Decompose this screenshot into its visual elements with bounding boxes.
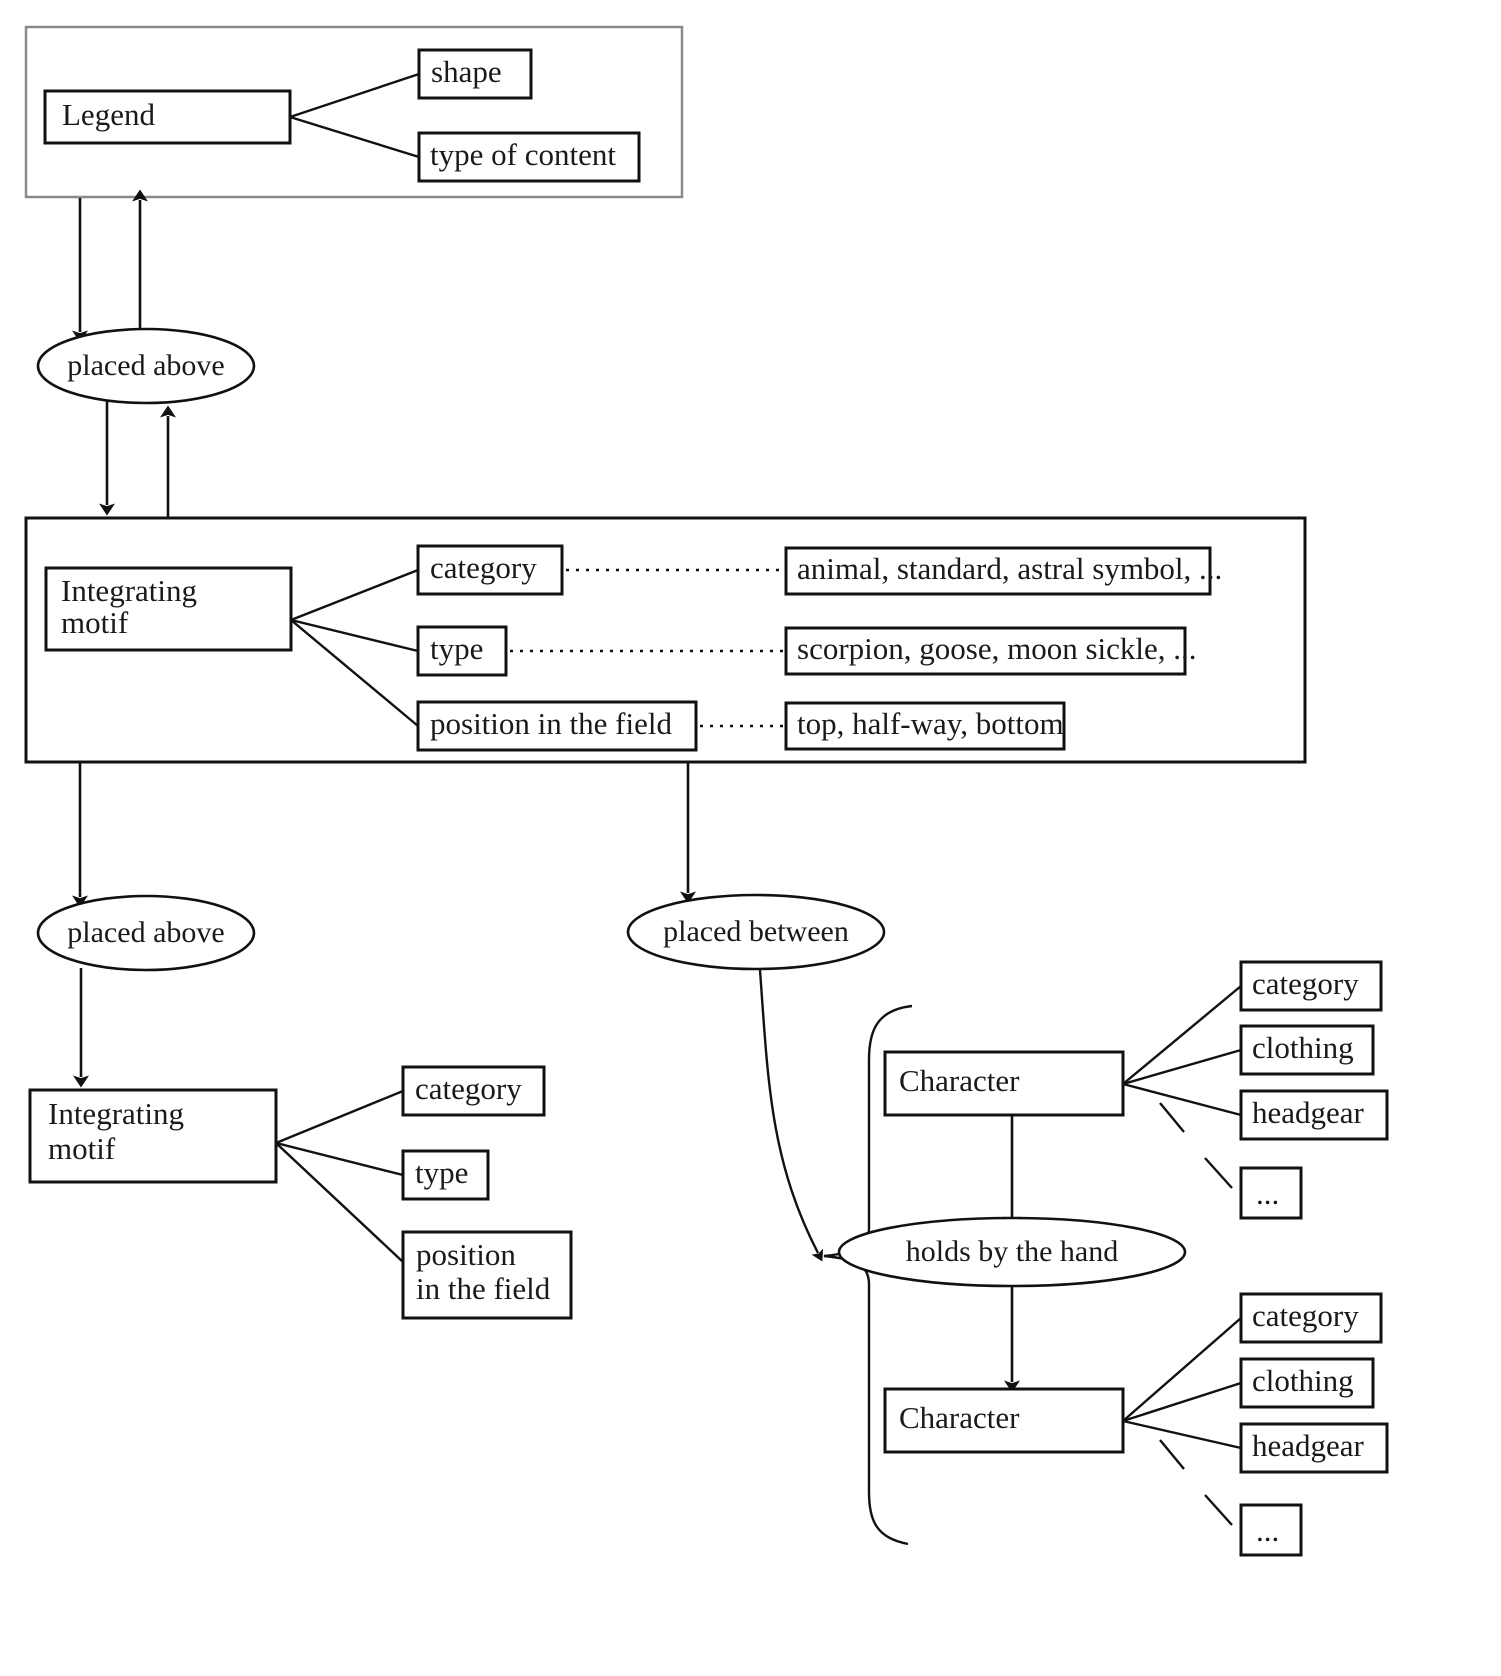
motif-values-position-label: top, half-way, bottom	[797, 706, 1064, 741]
legend-attr-type-of-content-label: type of content	[430, 137, 616, 172]
relation-placed-above-lower-label: placed above	[67, 916, 224, 949]
motif-lower-connector-category	[275, 1089, 404, 1145]
character-bottom-connector-headgear	[1122, 1419, 1242, 1450]
legend-connector-type-of-content	[289, 115, 420, 159]
character-top-attr-category-label: category	[1252, 966, 1359, 1001]
character-top-connector-category	[1122, 985, 1242, 1085]
relation-placed-between-label: placed between	[663, 915, 849, 948]
motif-lower-entity-label-line2: motif	[48, 1131, 116, 1166]
relation-placed-above-top-label: placed above	[67, 349, 224, 382]
motif-lower-connector-type	[275, 1141, 404, 1177]
character-top-attr-more-label: ...	[1256, 1176, 1279, 1211]
motif-values-type-label: scorpion, goose, moon sickle, ...	[797, 631, 1197, 666]
motif-entity-label-line1: Integrating	[61, 573, 197, 608]
character-bottom-attr-more-label: ...	[1256, 1513, 1279, 1548]
legend-entity-label: Legend	[62, 97, 155, 132]
legend-connector-shape	[289, 72, 420, 119]
character-bottom-attr-clothing-label: clothing	[1252, 1363, 1354, 1398]
relation-holds-by-the-hand-label: holds by the hand	[906, 1235, 1118, 1268]
character-bottom-label: Character	[899, 1400, 1020, 1435]
motif-attr-type-label: type	[430, 631, 483, 666]
character-top-connector-more-seg2	[1204, 1157, 1233, 1189]
character-top-connector-headgear	[1122, 1082, 1242, 1117]
character-top-attr-headgear-label: headgear	[1252, 1095, 1365, 1130]
character-top-connector-more-seg1	[1159, 1102, 1185, 1133]
character-bottom-attr-category-label: category	[1252, 1298, 1359, 1333]
character-bottom-attr-headgear-label: headgear	[1252, 1428, 1365, 1463]
motif-entity-label-line2: motif	[61, 605, 129, 640]
character-bottom-connector-more-seg2	[1204, 1494, 1233, 1526]
diagram-canvas: Legend shape type of content placed abov…	[0, 0, 1501, 1676]
legend-attr-shape-label: shape	[431, 54, 502, 89]
edge-placed-between-to-brace	[758, 969, 824, 1262]
motif-lower-attr-position-label-line1: position	[416, 1237, 516, 1272]
diagram-svg: Legend shape type of content placed abov…	[24, 25, 1389, 1557]
character-bottom-connector-category	[1122, 1317, 1242, 1422]
motif-lower-attr-category-label: category	[415, 1071, 522, 1106]
character-top-attr-clothing-label: clothing	[1252, 1030, 1354, 1065]
motif-attr-category-label: category	[430, 550, 537, 585]
motif-lower-attr-position-label-line2: in the field	[416, 1271, 551, 1306]
motif-lower-connector-position	[275, 1142, 404, 1263]
motif-connector-category	[290, 568, 419, 622]
motif-lower-attr-type-label: type	[415, 1155, 468, 1190]
motif-attr-position-label: position in the field	[430, 706, 672, 741]
motif-values-category-label: animal, standard, astral symbol, ...	[797, 551, 1222, 586]
character-top-label: Character	[899, 1063, 1020, 1098]
character-top-connector-clothing	[1122, 1048, 1242, 1086]
motif-lower-entity-label-line1: Integrating	[48, 1096, 184, 1131]
character-bottom-connector-more-seg1	[1159, 1439, 1185, 1470]
character-bottom-connector-clothing	[1122, 1381, 1242, 1423]
